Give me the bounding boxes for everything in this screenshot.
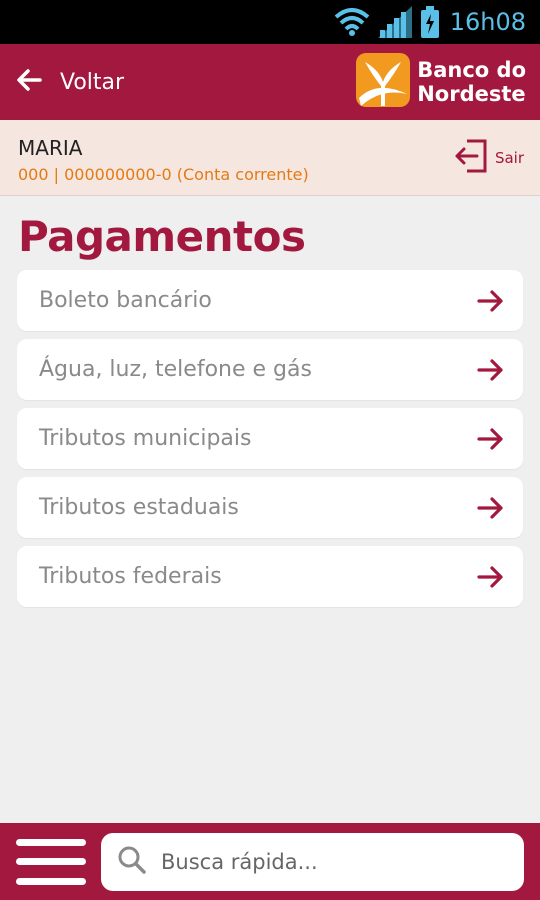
logout-icon	[453, 138, 489, 178]
menu-item-boleto[interactable]: Boleto bancário	[17, 270, 523, 331]
bank-logo: Banco do Nordeste	[355, 52, 526, 112]
hamburger-line	[16, 838, 86, 846]
bottom-bar	[0, 823, 540, 900]
app-header: Voltar Banco do Nordeste	[0, 44, 540, 120]
bank-logo-icon	[355, 50, 411, 114]
menu-item-state-taxes[interactable]: Tributos estaduais	[17, 477, 523, 538]
menu-item-municipal-taxes[interactable]: Tributos municipais	[17, 408, 523, 469]
payments-menu: Boleto bancário Água, luz, telefone e gá…	[17, 270, 523, 615]
menu-item-federal-taxes[interactable]: Tributos federais	[17, 546, 523, 607]
logout-button[interactable]: Sair	[453, 138, 524, 178]
user-name: MARIA	[18, 136, 83, 160]
back-button[interactable]: Voltar	[0, 44, 124, 120]
arrow-right-icon	[477, 358, 505, 382]
page-title: Pagamentos	[18, 212, 306, 261]
hamburger-line	[16, 877, 86, 885]
status-bar: 16h08	[0, 0, 540, 44]
wifi-icon	[334, 7, 370, 37]
brand-line-1: Banco do	[417, 58, 526, 82]
signal-icon	[377, 6, 412, 38]
hamburger-line	[16, 858, 86, 865]
brand-name: Banco do Nordeste	[417, 58, 526, 106]
user-info-bar: MARIA 000 | 000000000-0 (Conta corrente)…	[0, 120, 540, 196]
arrow-right-icon	[477, 496, 505, 520]
user-account: 000 | 000000000-0 (Conta corrente)	[18, 165, 309, 184]
hamburger-menu-icon[interactable]	[16, 838, 86, 885]
menu-item-label: Tributos estaduais	[39, 495, 239, 520]
search-box[interactable]	[101, 833, 524, 891]
menu-item-label: Boleto bancário	[39, 288, 212, 313]
back-label: Voltar	[60, 69, 125, 95]
menu-item-label: Tributos federais	[39, 564, 222, 589]
back-arrow-icon	[16, 68, 42, 96]
brand-line-2: Nordeste	[417, 82, 526, 106]
menu-item-label: Água, luz, telefone e gás	[39, 357, 312, 382]
logout-label: Sair	[494, 149, 524, 167]
search-input[interactable]	[161, 850, 521, 874]
search-icon	[117, 845, 147, 879]
arrow-right-icon	[477, 289, 505, 313]
menu-item-label: Tributos municipais	[39, 426, 252, 451]
arrow-right-icon	[477, 427, 505, 451]
status-time: 16h08	[449, 8, 526, 36]
arrow-right-icon	[477, 565, 505, 589]
menu-item-utilities[interactable]: Água, luz, telefone e gás	[17, 339, 523, 400]
battery-icon	[420, 6, 440, 38]
